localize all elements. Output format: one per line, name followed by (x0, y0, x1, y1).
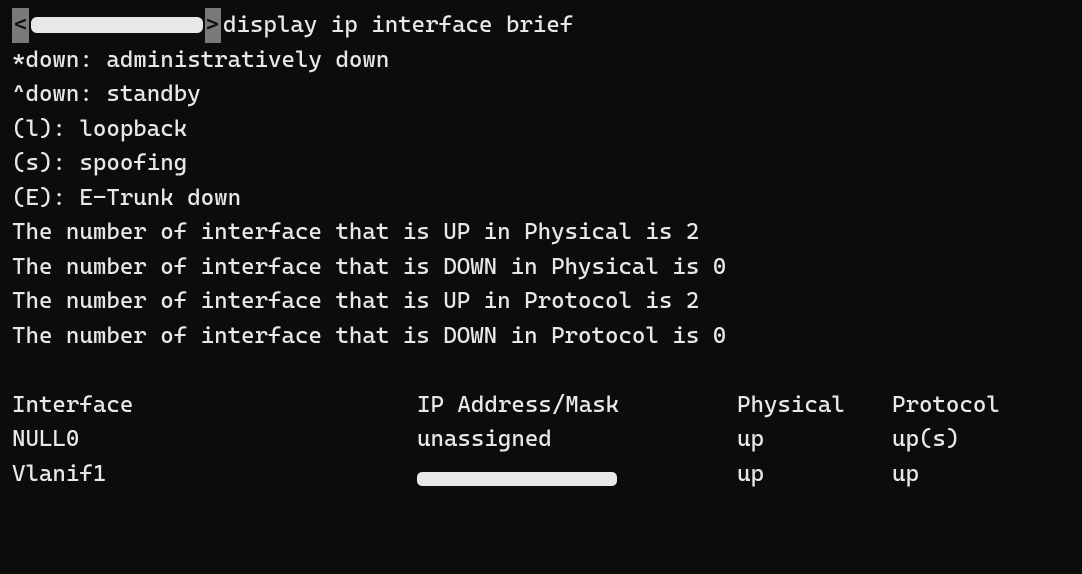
row1-interface: Vlanif1 (12, 457, 417, 492)
row1-physical: up (737, 457, 892, 492)
legend-spoofing: (s): spoofing (12, 146, 1070, 181)
row1-protocol: up (892, 457, 1070, 492)
legend-admin-down: *down: administratively down (12, 43, 1070, 78)
blank-separator (12, 353, 1070, 388)
row0-protocol: up(s) (892, 422, 1070, 457)
legend-loopback: (l): loopback (12, 112, 1070, 147)
legend-standby: ^down: standby (12, 77, 1070, 112)
interface-table: Interface IP Address/Mask Physical Proto… (12, 388, 1070, 492)
count-physical-up: The number of interface that is UP in Ph… (12, 215, 1070, 250)
count-protocol-up: The number of interface that is UP in Pr… (12, 284, 1070, 319)
legend-etrunk: (E): E-Trunk down (12, 181, 1070, 216)
header-ip: IP Address/Mask (417, 388, 737, 423)
count-physical-down: The number of interface that is DOWN in … (12, 250, 1070, 285)
row1-ip-redacted (417, 457, 737, 492)
header-interface: Interface (12, 388, 417, 423)
count-protocol-down: The number of interface that is DOWN in … (12, 319, 1070, 354)
row0-interface: NULL0 (12, 422, 417, 457)
row0-physical: up (737, 422, 892, 457)
header-protocol: Protocol (892, 388, 1070, 423)
row0-ip: unassigned (417, 422, 737, 457)
command-text: display ip interface brief (223, 8, 573, 43)
angle-bracket-close: > (205, 8, 220, 43)
header-physical: Physical (737, 388, 892, 423)
hostname-redacted (31, 17, 203, 33)
command-prompt-line[interactable]: < > display ip interface brief (12, 8, 1070, 43)
angle-bracket-open: < (12, 8, 29, 43)
